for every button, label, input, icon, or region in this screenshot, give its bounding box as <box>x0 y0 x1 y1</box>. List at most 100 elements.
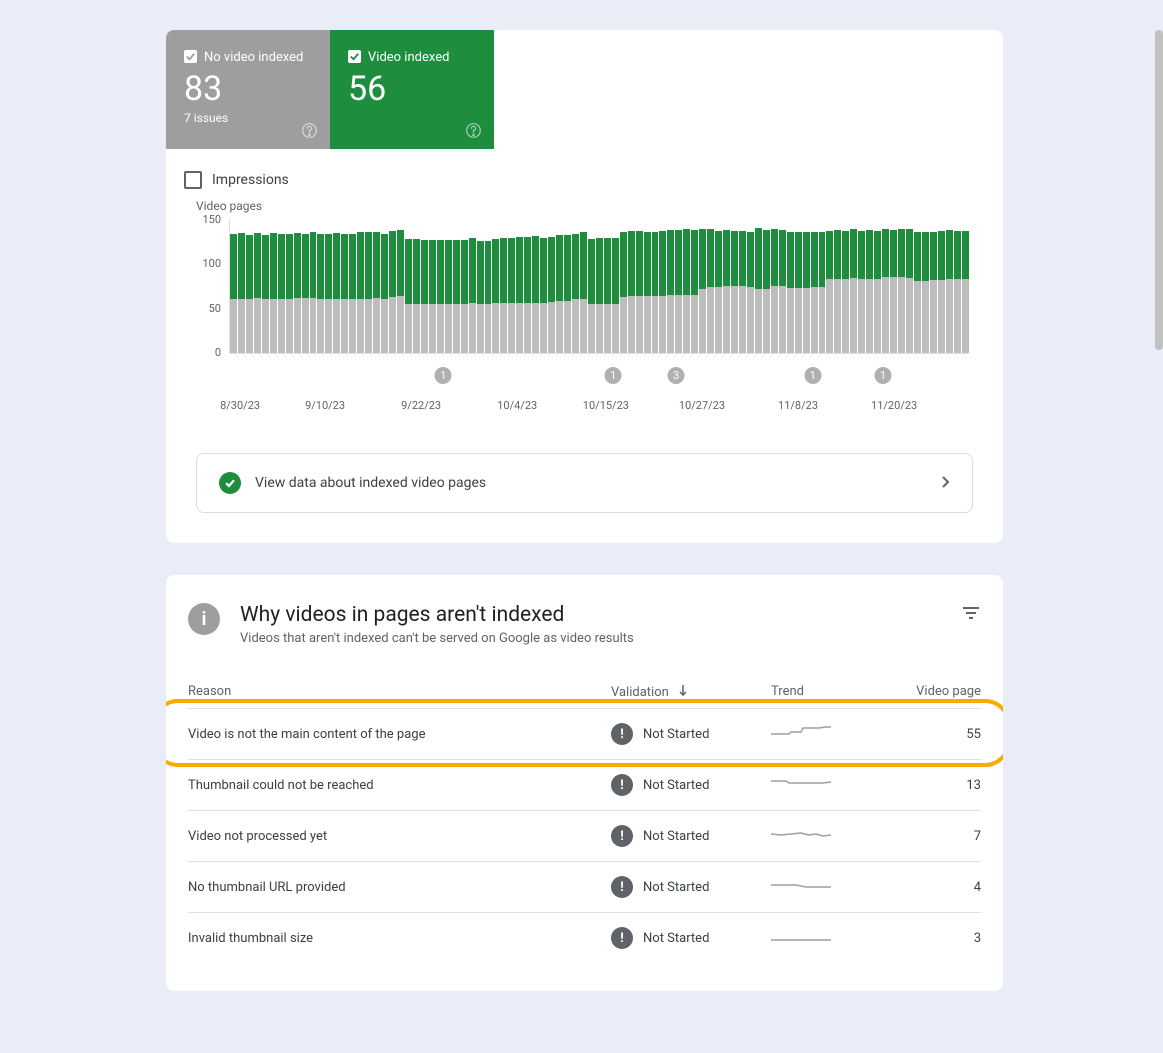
chart-bar[interactable] <box>445 218 452 353</box>
col-reason[interactable]: Reason <box>188 684 611 700</box>
chart-bar[interactable] <box>930 218 937 353</box>
chart-bar[interactable] <box>508 218 515 353</box>
chart-bar[interactable] <box>246 218 253 353</box>
chart-bar[interactable] <box>341 218 348 353</box>
chart-bar[interactable] <box>850 218 857 353</box>
event-marker[interactable]: 3 <box>668 367 685 384</box>
chart-bar[interactable] <box>500 218 507 353</box>
chart-bar[interactable] <box>230 218 237 353</box>
chart-bar[interactable] <box>652 218 659 353</box>
chart-bar[interactable] <box>413 218 420 353</box>
chart-bar[interactable] <box>834 218 841 353</box>
chart-bar[interactable] <box>866 218 873 353</box>
chart-bar[interactable] <box>397 218 404 353</box>
chart-bar[interactable] <box>405 218 412 353</box>
filter-icon[interactable] <box>961 603 981 623</box>
chart-bar[interactable] <box>938 218 945 353</box>
chart-bar[interactable] <box>429 218 436 353</box>
chart-bar[interactable] <box>747 218 754 353</box>
chart-bar[interactable] <box>707 218 714 353</box>
chart-bar[interactable] <box>325 218 332 353</box>
tile-no-video-indexed[interactable]: No video indexed 83 7 issues <box>166 30 330 149</box>
chart-bar[interactable] <box>373 218 380 353</box>
chart-bar[interactable] <box>262 218 269 353</box>
chart-bar[interactable] <box>715 218 722 353</box>
chart-bar[interactable] <box>755 218 762 353</box>
chart-bar[interactable] <box>477 218 484 353</box>
chart-bar[interactable] <box>302 218 309 353</box>
chart-bar[interactable] <box>922 218 929 353</box>
chart-bar[interactable] <box>890 218 897 353</box>
chart-bar[interactable] <box>795 218 802 353</box>
chart-bar[interactable] <box>381 218 388 353</box>
chart-bar[interactable] <box>811 218 818 353</box>
col-validation[interactable]: Validation <box>611 684 771 700</box>
chart-bar[interactable] <box>564 218 571 353</box>
chart-bar[interactable] <box>286 218 293 353</box>
chart-bar[interactable] <box>914 218 921 353</box>
chart-bar[interactable] <box>874 218 881 353</box>
chart-bar[interactable] <box>803 218 810 353</box>
chart-bar[interactable] <box>826 218 833 353</box>
chart-bar[interactable] <box>485 218 492 353</box>
event-marker[interactable]: 1 <box>605 367 622 384</box>
chart-bar[interactable] <box>516 218 523 353</box>
chart-bar[interactable] <box>620 218 627 353</box>
chart-bar[interactable] <box>310 218 317 353</box>
chart-bar[interactable] <box>532 218 539 353</box>
help-icon[interactable] <box>465 122 482 139</box>
col-count[interactable]: Video page <box>901 684 981 700</box>
chart-bar[interactable] <box>580 218 587 353</box>
chart-bar[interactable] <box>612 218 619 353</box>
chart-bar[interactable] <box>723 218 730 353</box>
chart-bar[interactable] <box>461 218 468 353</box>
table-row[interactable]: Video not processed yet!Not Started7 <box>188 811 981 862</box>
chart-bar[interactable] <box>596 218 603 353</box>
chart-bar[interactable] <box>278 218 285 353</box>
chart-bar[interactable] <box>954 218 961 353</box>
chart-bar[interactable] <box>333 218 340 353</box>
chart-bar[interactable] <box>771 218 778 353</box>
chart-bar[interactable] <box>659 218 666 353</box>
chart-bar[interactable] <box>556 218 563 353</box>
chart-bar[interactable] <box>588 218 595 353</box>
event-marker[interactable]: 1 <box>875 367 892 384</box>
chart-bar[interactable] <box>572 218 579 353</box>
chart-bar[interactable] <box>254 218 261 353</box>
impressions-toggle[interactable]: Impressions <box>166 149 1003 199</box>
table-row[interactable]: Video is not the main content of the pag… <box>188 709 981 760</box>
chart-bar[interactable] <box>906 218 913 353</box>
table-row[interactable]: Thumbnail could not be reached!Not Start… <box>188 760 981 811</box>
event-marker[interactable]: 1 <box>435 367 452 384</box>
chart-bar[interactable] <box>842 218 849 353</box>
chart-bar[interactable] <box>421 218 428 353</box>
chart-bar[interactable] <box>238 218 245 353</box>
chart-bar[interactable] <box>540 218 547 353</box>
chart-bar[interactable] <box>524 218 531 353</box>
table-row[interactable]: No thumbnail URL provided!Not Started4 <box>188 862 981 913</box>
chart-bar[interactable] <box>962 218 969 353</box>
chart-bar[interactable] <box>349 218 356 353</box>
chart-bar[interactable] <box>453 218 460 353</box>
checkbox-unchecked-icon[interactable] <box>184 171 202 189</box>
chart-bar[interactable] <box>675 218 682 353</box>
help-icon[interactable] <box>301 122 318 139</box>
chart-bar[interactable] <box>357 218 364 353</box>
scrollbar[interactable] <box>1155 30 1163 350</box>
chart-bar[interactable] <box>691 218 698 353</box>
chart-bar[interactable] <box>683 218 690 353</box>
chart-bar[interactable] <box>628 218 635 353</box>
chart-bar[interactable] <box>604 218 611 353</box>
chart-bar[interactable] <box>365 218 372 353</box>
view-data-link[interactable]: View data about indexed video pages <box>196 453 973 513</box>
chart-bar[interactable] <box>469 218 476 353</box>
chart-bar[interactable] <box>644 218 651 353</box>
chart-bar[interactable] <box>636 218 643 353</box>
col-trend[interactable]: Trend <box>771 684 901 700</box>
chart-bar[interactable] <box>294 218 301 353</box>
chart-bar[interactable] <box>858 218 865 353</box>
chart-bar[interactable] <box>548 218 555 353</box>
chart-bar[interactable] <box>779 218 786 353</box>
chart-bar[interactable] <box>317 218 324 353</box>
event-marker[interactable]: 1 <box>804 367 821 384</box>
